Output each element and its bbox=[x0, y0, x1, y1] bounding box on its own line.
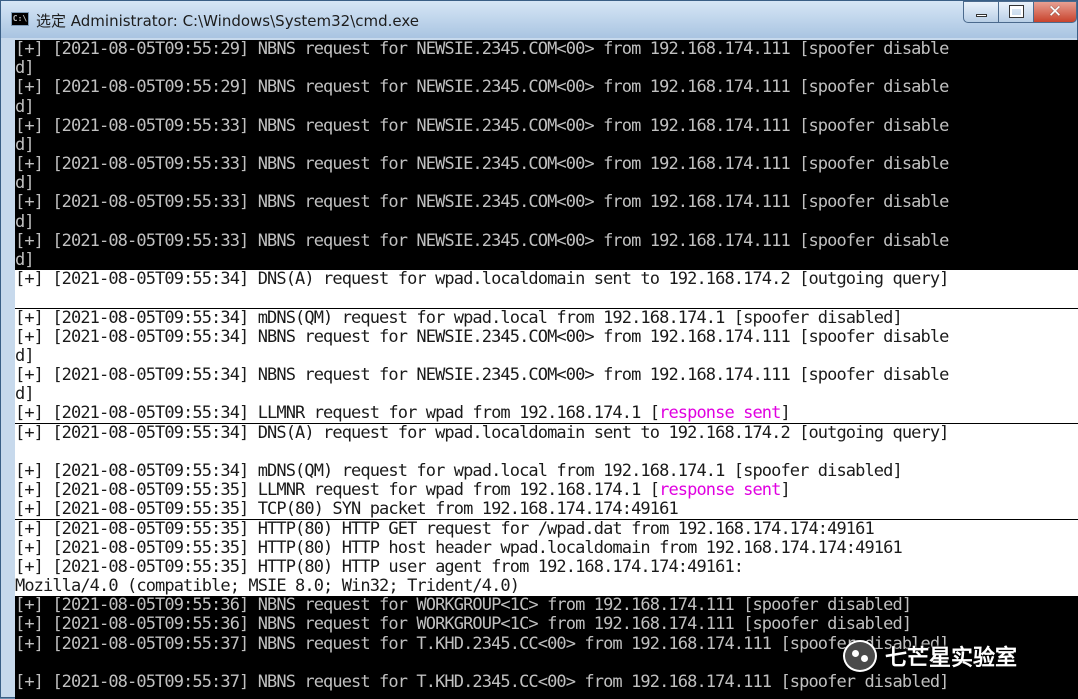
watermark-text: 七芒星实验室 bbox=[885, 646, 1018, 671]
console-line-text: [+] [2021-08-05T09:55:29] NBNS request f… bbox=[15, 40, 949, 59]
console-line-text: [+] [2021-08-05T09:55:35] HTTP(80) HTTP … bbox=[15, 539, 903, 558]
console-line: [+] [2021-08-05T09:55:33] NBNS request f… bbox=[15, 193, 1078, 212]
maximize-button[interactable] bbox=[998, 1, 1034, 23]
watermark: 七芒星实验室 bbox=[843, 635, 1017, 677]
console-line: [+] [2021-08-05T09:55:34] mDNS(QM) reque… bbox=[15, 462, 1078, 481]
console-line: [+] [2021-08-05T09:55:33] NBNS request f… bbox=[15, 155, 1078, 174]
console-line-text: Mozilla/4.0 (compatible; MSIE 8.0; Win32… bbox=[15, 577, 520, 596]
console-line: [+] [2021-08-05T09:55:35] HTTP(80) HTTP … bbox=[15, 539, 1078, 558]
console-line-text: d] bbox=[15, 59, 35, 78]
console-line: d] bbox=[15, 213, 1078, 232]
console-line-text: [+] [2021-08-05T09:55:37] NBNS request f… bbox=[15, 635, 949, 654]
console-line: d] bbox=[15, 347, 1078, 366]
console-line-text: [+] [2021-08-05T09:55:34] DNS(A) request… bbox=[15, 424, 949, 443]
console-line-text: [+] [2021-08-05T09:55:34] mDNS(QM) reque… bbox=[15, 462, 903, 481]
console-line-text: [+] [2021-08-05T09:55:33] NBNS request f… bbox=[15, 155, 949, 174]
console-line: [+] [2021-08-05T09:55:29] NBNS request f… bbox=[15, 78, 1078, 97]
console-line: d] bbox=[15, 98, 1078, 117]
close-button[interactable]: ✕ bbox=[1033, 1, 1077, 23]
console-line: [+] [2021-08-05T09:55:35] HTTP(80) HTTP … bbox=[15, 520, 1078, 539]
console-line-text: [+] [2021-08-05T09:55:37] NBNS request f… bbox=[15, 673, 949, 692]
console-line bbox=[15, 289, 1078, 308]
maximize-icon bbox=[1009, 5, 1024, 18]
console-output[interactable]: [+] [2021-08-05T09:55:29] NBNS request f… bbox=[15, 40, 1078, 699]
console-line-text: [+] [2021-08-05T09:55:33] NBNS request f… bbox=[15, 193, 949, 212]
console-line-text: [+] [2021-08-05T09:55:34] LLMNR request … bbox=[15, 404, 660, 423]
console-line-suffix: ] bbox=[780, 404, 790, 423]
console-line: [+] [2021-08-05T09:55:34] mDNS(QM) reque… bbox=[15, 309, 1078, 328]
console-line-text: [+] [2021-08-05T09:55:35] HTTP(80) HTTP … bbox=[15, 520, 875, 539]
console-line-text: [+] [2021-08-05T09:55:35] HTTP(80) HTTP … bbox=[15, 558, 744, 577]
console-line bbox=[15, 443, 1078, 462]
window-title: 选定 Administrator: C:\Windows\System32\cm… bbox=[36, 12, 420, 30]
console-line: [+] [2021-08-05T09:55:35] LLMNR request … bbox=[15, 481, 1078, 500]
console-line-text: d] bbox=[15, 174, 35, 193]
console-line: [+] [2021-08-05T09:55:34] NBNS request f… bbox=[15, 366, 1078, 385]
console-line: d] bbox=[15, 136, 1078, 155]
console-line: [+] [2021-08-05T09:55:36] NBNS request f… bbox=[15, 596, 1078, 615]
title-bar[interactable]: C:\ 选定 Administrator: C:\Windows\System3… bbox=[1, 1, 1077, 38]
close-icon: ✕ bbox=[1047, 2, 1063, 22]
console-line-text: [+] [2021-08-05T09:55:35] LLMNR request … bbox=[15, 481, 660, 500]
status-response-sent: response sent bbox=[659, 404, 781, 423]
console-line: [+] [2021-08-05T09:55:34] DNS(A) request… bbox=[15, 424, 1078, 443]
console-line: d] bbox=[15, 174, 1078, 193]
console-line: [+] [2021-08-05T09:55:34] NBNS request f… bbox=[15, 328, 1078, 347]
console-line-text: [+] [2021-08-05T09:55:33] NBNS request f… bbox=[15, 232, 949, 251]
console-line-text: [+] [2021-08-05T09:55:34] mDNS(QM) reque… bbox=[15, 309, 903, 328]
console-line-text: [+] [2021-08-05T09:55:36] NBNS request f… bbox=[15, 596, 912, 615]
console-line: [+] [2021-08-05T09:55:35] HTTP(80) HTTP … bbox=[15, 558, 1078, 577]
console-line-text: [+] [2021-08-05T09:55:34] DNS(A) request… bbox=[15, 270, 949, 289]
console-line-text: [+] [2021-08-05T09:55:34] NBNS request f… bbox=[15, 366, 949, 385]
status-response-sent: response sent bbox=[659, 481, 781, 500]
console-line: [+] [2021-08-05T09:55:29] NBNS request f… bbox=[15, 40, 1078, 59]
console-line-text: [+] [2021-08-05T09:55:33] NBNS request f… bbox=[15, 117, 949, 136]
console-line: [+] [2021-08-05T09:55:35] TCP(80) SYN pa… bbox=[15, 500, 1078, 519]
minimize-icon bbox=[976, 14, 987, 17]
console-line: d] bbox=[15, 59, 1078, 78]
console-line-text: [+] [2021-08-05T09:55:29] NBNS request f… bbox=[15, 78, 949, 97]
console-line-text: d] bbox=[15, 213, 35, 232]
wechat-icon bbox=[843, 640, 877, 672]
cmd-console-icon[interactable]: C:\ bbox=[11, 12, 29, 26]
console-line: d] bbox=[15, 385, 1078, 404]
console-line-text: [+] [2021-08-05T09:55:36] NBNS request f… bbox=[15, 615, 912, 634]
console-line-text: [+] [2021-08-05T09:55:35] TCP(80) SYN pa… bbox=[15, 500, 679, 519]
console-line: [+] [2021-08-05T09:55:33] NBNS request f… bbox=[15, 232, 1078, 251]
console-line: [+] [2021-08-05T09:55:34] LLMNR request … bbox=[15, 404, 1078, 423]
console-line-text: d] bbox=[15, 98, 35, 117]
minimize-button[interactable] bbox=[963, 1, 999, 23]
console-line-text: d] bbox=[15, 385, 35, 404]
cmd-window: C:\ 选定 Administrator: C:\Windows\System3… bbox=[0, 0, 1078, 699]
console-line-text: [+] [2021-08-05T09:55:34] NBNS request f… bbox=[15, 328, 949, 347]
console-line: [+] [2021-08-05T09:55:34] DNS(A) request… bbox=[15, 270, 1078, 289]
console-line: d] bbox=[15, 251, 1078, 270]
console-line-text: d] bbox=[15, 347, 35, 366]
console-line: [+] [2021-08-05T09:55:36] NBNS request f… bbox=[15, 615, 1078, 634]
console-line: [+] [2021-08-05T09:55:33] NBNS request f… bbox=[15, 117, 1078, 136]
console-line-suffix: ] bbox=[780, 481, 790, 500]
console-line: Mozilla/4.0 (compatible; MSIE 8.0; Win32… bbox=[15, 577, 1078, 596]
console-line-text: d] bbox=[15, 251, 35, 270]
console-line-text: d] bbox=[15, 136, 35, 155]
